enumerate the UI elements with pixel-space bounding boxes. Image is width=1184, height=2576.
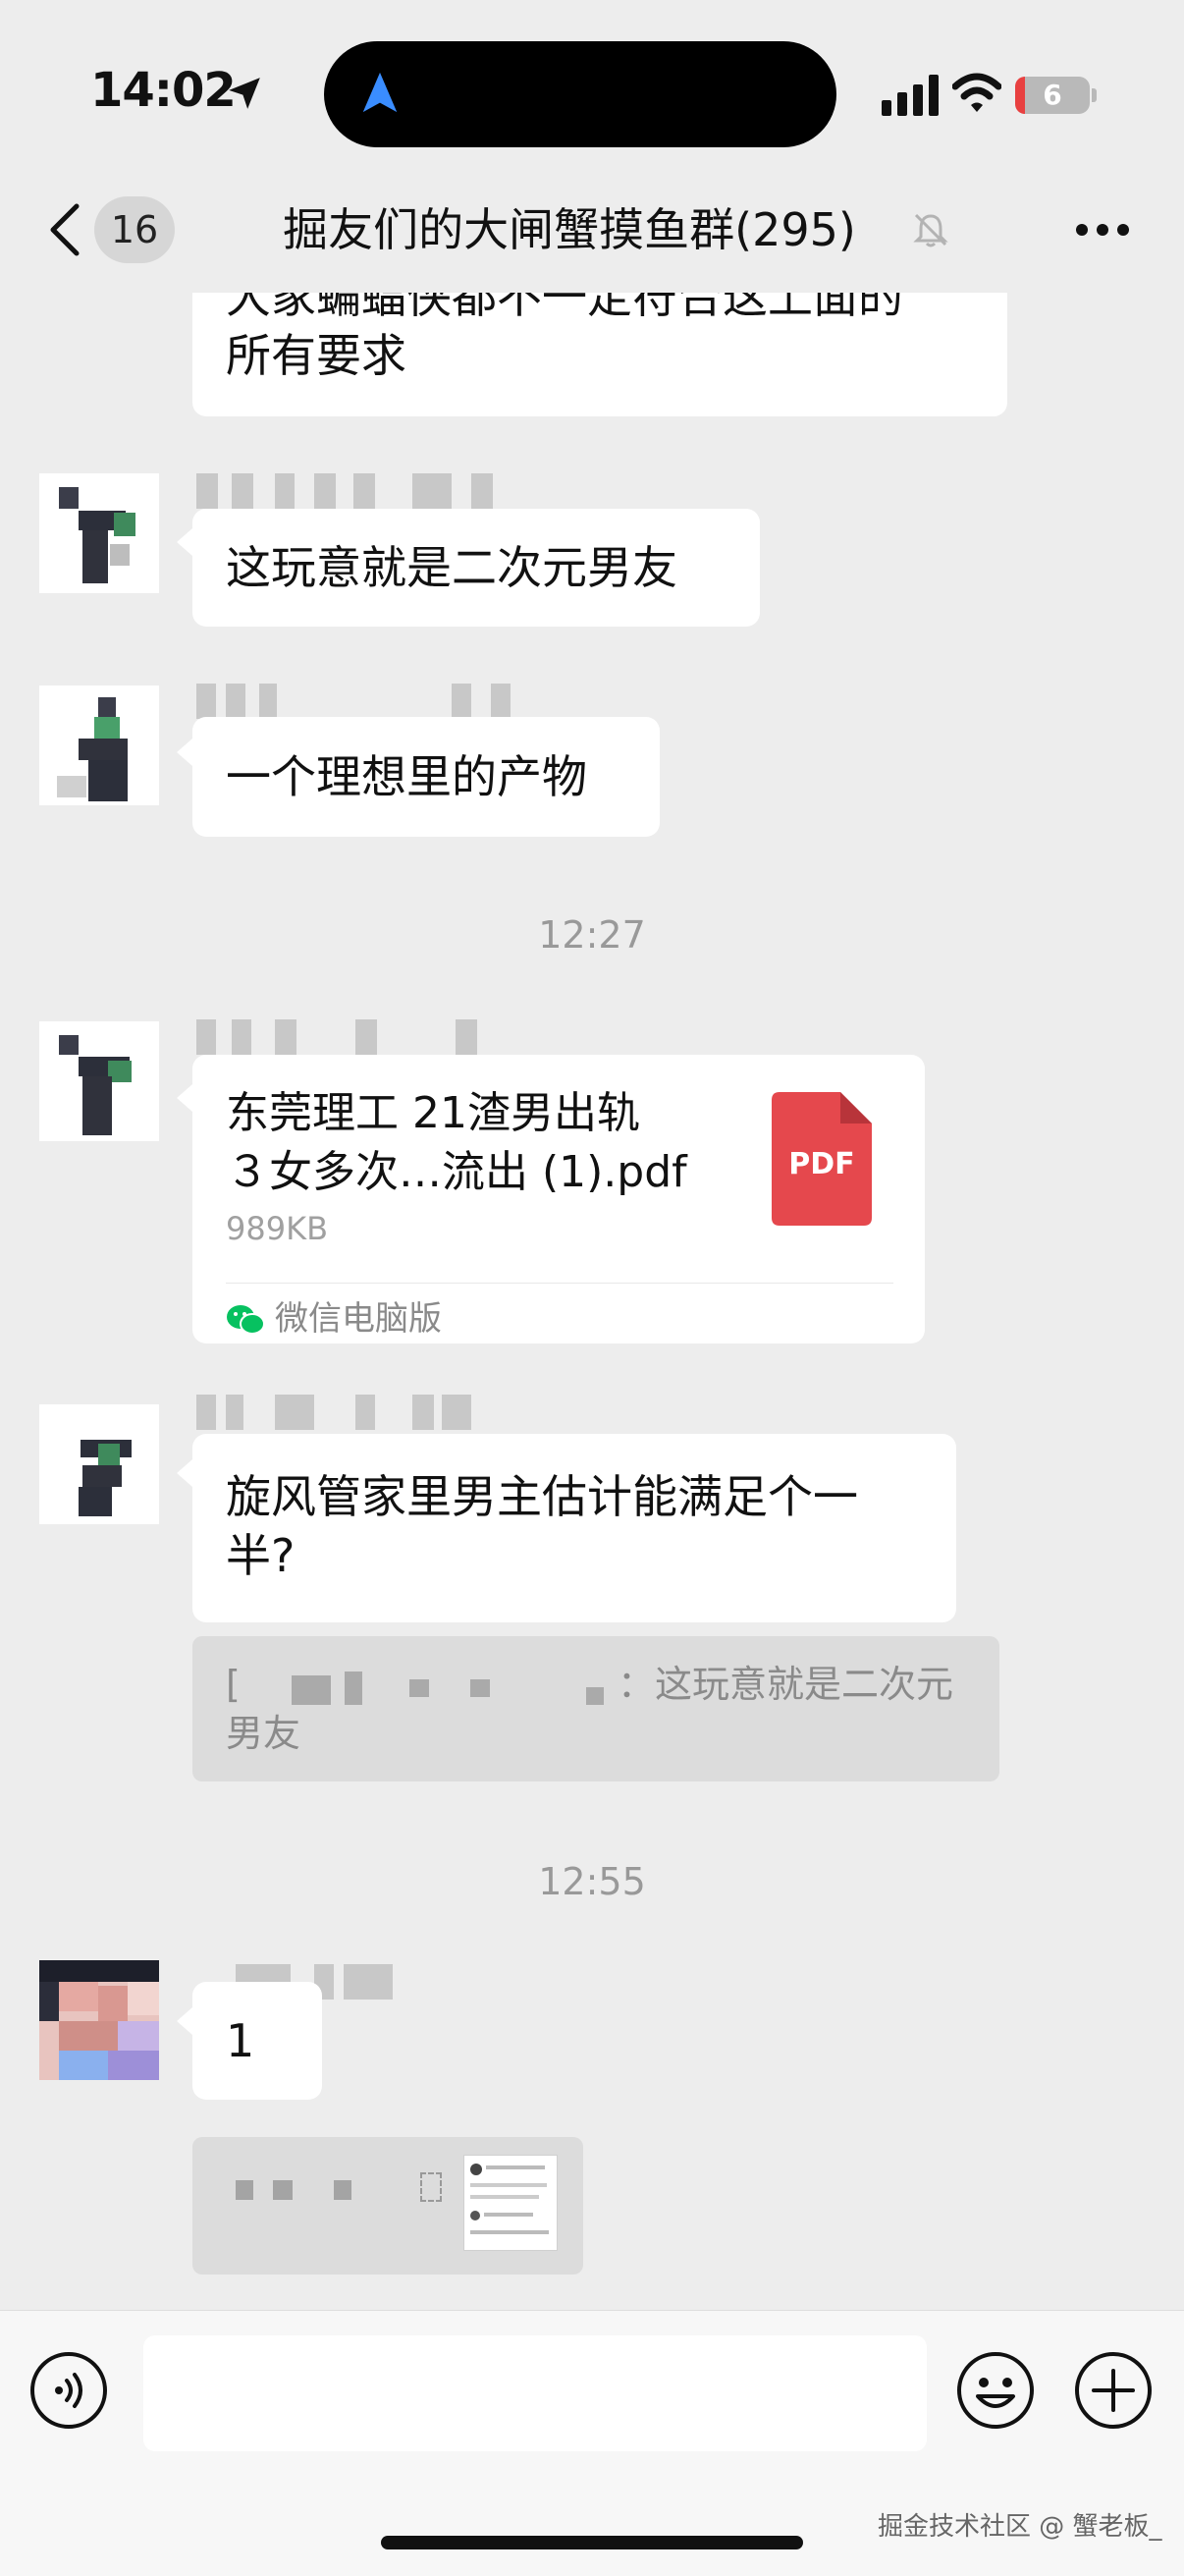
message-bubble[interactable]: 大家蝙蝠侠都不一定符合这上面的 所有要求 bbox=[192, 293, 1007, 416]
bubble-tail bbox=[177, 739, 192, 766]
quote-text: ：这玩意就是二次元 bbox=[618, 1663, 954, 1706]
file-size: 989KB bbox=[226, 1210, 329, 1247]
avatar[interactable] bbox=[39, 1021, 159, 1141]
message-text: 这玩意就是二次元男友 bbox=[226, 541, 677, 594]
chat-message-list[interactable]: 大家蝙蝠侠都不一定符合这上面的 所有要求 这玩意就是二次元男友 一个理想里的产物… bbox=[0, 293, 1184, 2308]
bubble-tail bbox=[177, 1459, 192, 1487]
message-text: 一个理想里的产物 bbox=[226, 750, 587, 803]
navigation-icon bbox=[362, 72, 398, 113]
unread-count-badge[interactable]: 16 bbox=[94, 196, 175, 263]
timestamp: 12:27 bbox=[538, 913, 646, 957]
message-text-line: 旋风管家里男主估计能满足个一 bbox=[226, 1470, 858, 1523]
sender-nickname-blurred bbox=[196, 473, 511, 509]
message-text-line: 所有要求 bbox=[226, 329, 406, 382]
file-message-card[interactable]: 东莞理工 21渣男出轨 ３女多次…流出 (1).pdf 989KB PDF 微信… bbox=[192, 1055, 925, 1343]
quoted-reply[interactable]: [ ：这玩意就是二次元 男友 bbox=[192, 1636, 999, 1781]
wechat-logo-icon bbox=[227, 1305, 265, 1335]
message-text: 1 bbox=[226, 2014, 255, 2067]
home-indicator[interactable] bbox=[381, 2536, 803, 2549]
message-bubble[interactable]: 这玩意就是二次元男友 bbox=[192, 509, 760, 627]
avatar[interactable] bbox=[39, 685, 159, 805]
divider bbox=[226, 1283, 893, 1284]
avatar[interactable] bbox=[39, 1960, 159, 2080]
cellular-signal-icon bbox=[882, 75, 939, 116]
message-bubble[interactable]: 旋风管家里男主估计能满足个一 半? bbox=[192, 1434, 956, 1622]
bubble-tail bbox=[177, 2007, 192, 2035]
timestamp: 12:55 bbox=[538, 1860, 646, 1903]
wifi-icon bbox=[952, 73, 1001, 112]
message-text-line: 大家蝙蝠侠都不一定符合这上面的 bbox=[226, 293, 903, 323]
battery-tip bbox=[1092, 88, 1097, 102]
pdf-badge-label: PDF bbox=[788, 1147, 855, 1181]
watermark: 掘金技术社区 @ 蟹老板_ bbox=[878, 2512, 1162, 2542]
message-input[interactable] bbox=[143, 2335, 927, 2451]
status-time: 14:02 bbox=[90, 63, 237, 118]
file-name-line: ３女多次…流出 (1).pdf bbox=[226, 1147, 687, 1197]
quote-sender-blurred bbox=[252, 1670, 606, 1705]
sender-nickname-blurred bbox=[196, 1019, 491, 1055]
mute-bell-icon bbox=[913, 213, 948, 247]
quote-bracket: [ bbox=[226, 1663, 241, 1706]
back-chevron-icon[interactable] bbox=[45, 200, 84, 259]
voice-input-icon[interactable] bbox=[29, 2351, 108, 2430]
image-thumbnail[interactable] bbox=[463, 2155, 558, 2251]
file-name-line: 东莞理工 21渣男出轨 bbox=[226, 1088, 640, 1138]
file-name: 东莞理工 21渣男出轨 ３女多次…流出 (1).pdf bbox=[226, 1084, 756, 1202]
more-options-icon[interactable] bbox=[1074, 222, 1131, 238]
file-source-label: 微信电脑版 bbox=[275, 1299, 442, 1339]
sender-nickname-blurred bbox=[196, 1395, 491, 1430]
emoji-icon[interactable] bbox=[956, 2351, 1035, 2430]
quoted-reply[interactable] bbox=[192, 2137, 583, 2275]
quote-text-line: 男友 bbox=[226, 1712, 301, 1755]
more-actions-plus-icon[interactable] bbox=[1074, 2351, 1153, 2430]
message-bubble[interactable]: 1 bbox=[192, 1982, 322, 2100]
avatar[interactable] bbox=[39, 473, 159, 593]
bubble-tail bbox=[177, 1084, 192, 1112]
location-arrow-icon bbox=[229, 78, 260, 109]
avatar[interactable] bbox=[39, 1404, 159, 1524]
message-text-line: 半? bbox=[226, 1529, 296, 1582]
sender-nickname-blurred bbox=[196, 684, 511, 719]
message-bubble[interactable]: 一个理想里的产物 bbox=[192, 717, 660, 837]
battery-level: 6 bbox=[1043, 79, 1062, 111]
chat-title[interactable]: 掘友们的大闸蟹摸鱼群(295) bbox=[196, 196, 942, 263]
bubble-tail bbox=[177, 528, 192, 556]
